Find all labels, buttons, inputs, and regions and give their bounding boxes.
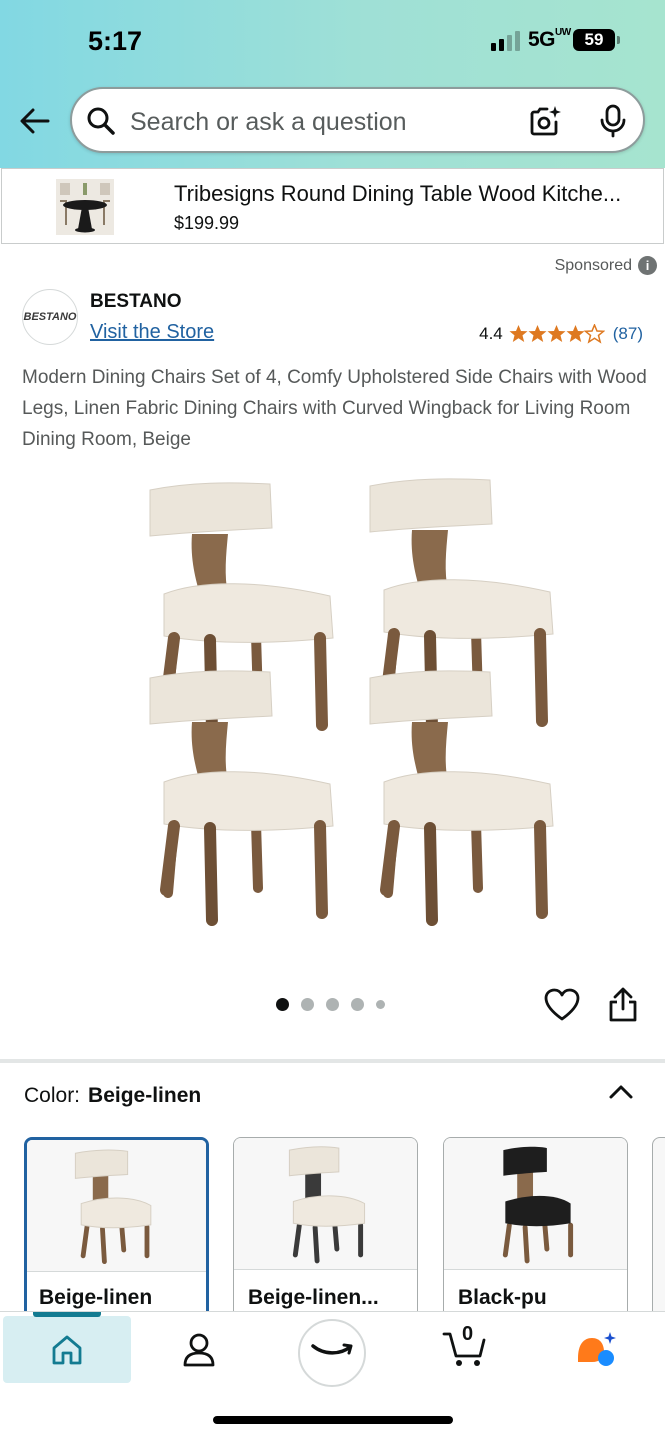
search-input[interactable]: Search or ask a question xyxy=(130,108,407,137)
color-option-image xyxy=(234,1138,417,1270)
color-option-image xyxy=(27,1140,206,1272)
color-option-label: Beige-linen... xyxy=(248,1286,379,1309)
image-dot[interactable] xyxy=(326,998,339,1011)
rating-count[interactable]: (87) xyxy=(613,324,643,344)
image-pagination[interactable] xyxy=(276,998,385,1011)
color-option-beige-linen-black[interactable]: Beige-linen... xyxy=(233,1137,418,1327)
visit-store-link[interactable]: Visit the Store xyxy=(90,321,214,344)
star-rating-icon xyxy=(509,324,605,343)
color-option-image xyxy=(444,1138,627,1270)
microphone-icon[interactable] xyxy=(599,104,627,138)
cart-count: 0 xyxy=(462,1323,474,1345)
product-title: Modern Dining Chairs Set of 4, Comfy Uph… xyxy=(22,367,647,450)
color-option-label: Black-pu xyxy=(458,1286,547,1309)
status-time: 5:17 xyxy=(88,26,143,56)
image-dot-active[interactable] xyxy=(276,998,289,1011)
product-image[interactable] xyxy=(110,460,555,930)
color-option-partial[interactable] xyxy=(652,1137,665,1327)
status-indicators: 5GUW 59 xyxy=(490,27,620,52)
selected-color: Beige-linen xyxy=(88,1084,202,1107)
sponsored-text: Sponsored xyxy=(554,256,632,274)
rating-summary[interactable]: 4.4 (87) xyxy=(479,324,643,344)
image-dot[interactable] xyxy=(301,998,314,1011)
rufus-assistant-icon[interactable] xyxy=(574,1330,618,1368)
nav-home-active-indicator xyxy=(33,1312,101,1317)
chevron-up-icon[interactable] xyxy=(607,1080,635,1104)
banner-product-image xyxy=(56,179,114,235)
brand-logo[interactable]: BESTANO xyxy=(22,289,78,345)
image-dot[interactable] xyxy=(351,998,364,1011)
header: 5:17 5GUW 59 Search or ask a question xyxy=(0,0,665,168)
image-dot[interactable] xyxy=(376,1000,385,1009)
heart-icon[interactable] xyxy=(544,988,580,1022)
back-arrow-icon[interactable] xyxy=(18,104,52,138)
nav-home[interactable] xyxy=(3,1312,131,1383)
amazon-smile-icon xyxy=(311,1343,353,1355)
search-icon xyxy=(87,107,115,135)
signal-icon xyxy=(490,29,520,51)
bottom-navigation: 0 xyxy=(0,1311,665,1440)
section-divider xyxy=(0,1059,665,1063)
brand-name: BESTANO xyxy=(90,291,182,312)
color-selector-label: Color: Beige-linen xyxy=(24,1084,202,1107)
home-indicator xyxy=(213,1416,453,1424)
color-option-black-pu[interactable]: Black-pu xyxy=(443,1137,628,1327)
share-icon[interactable] xyxy=(607,987,639,1023)
camera-lens-icon[interactable] xyxy=(528,104,562,138)
battery-icon: 59 xyxy=(573,29,620,51)
network-type: 5GUW xyxy=(527,27,571,52)
home-icon xyxy=(52,1335,82,1365)
rating-value: 4.4 xyxy=(479,324,503,343)
search-bar[interactable]: Search or ask a question xyxy=(70,87,645,153)
account-icon[interactable] xyxy=(182,1332,216,1368)
sponsored-product-banner[interactable]: Tribesigns Round Dining Table Wood Kitch… xyxy=(1,168,664,244)
color-option-label: Beige-linen xyxy=(39,1286,153,1309)
banner-price: $199.99 xyxy=(174,213,240,233)
sponsored-label[interactable]: Sponsored i xyxy=(555,256,657,275)
banner-title[interactable]: Tribesigns Round Dining Table Wood Kitch… xyxy=(174,181,660,207)
info-icon[interactable]: i xyxy=(638,256,657,275)
color-option-beige-linen[interactable]: Beige-linen xyxy=(24,1137,209,1327)
nav-amazon[interactable] xyxy=(298,1319,366,1387)
